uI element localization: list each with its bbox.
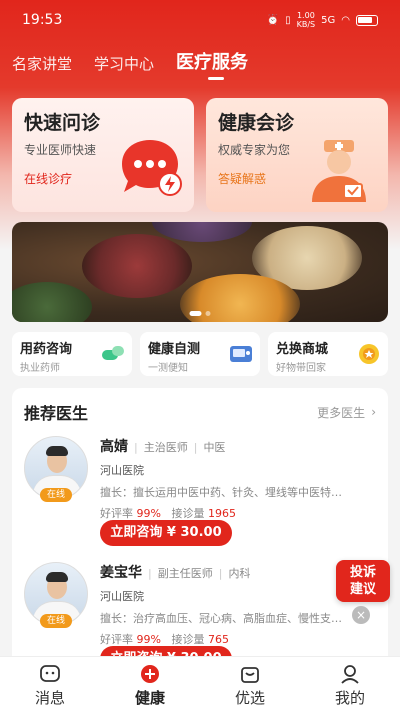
doctor-info: 姜宝华 | 副主任医师 | 内科 河山医院 擅长：治疗高血压、冠心病、高脂血症、… xyxy=(100,562,376,672)
doctor-info: 高婧 | 主治医师 | 中医 河山医院 擅长：擅长运用中医中药、针灸、埋线等中医… xyxy=(100,436,376,546)
bottom-nav: 消息 健康 优选 我的 xyxy=(0,656,400,711)
service-cards: 快速问诊 专业医师快速 在线诊疗 健康会诊 权威专家为您 答疑解惑 xyxy=(12,98,388,212)
doctor-dept: 内科 xyxy=(228,567,251,580)
consult-now-button[interactable]: 立即咨询 ¥ 30.00 xyxy=(100,520,232,546)
doctor-hospital: 河山医院 xyxy=(100,464,144,477)
health-consult-card[interactable]: 健康会诊 权威专家为您 答疑解惑 xyxy=(206,98,388,212)
nav-label: 健康 xyxy=(134,689,165,707)
signal-icon: 5G xyxy=(321,14,336,26)
mall-link[interactable]: 兑换商城 好物带回家 xyxy=(268,332,388,376)
top-tabs: 名家讲堂 学习中心 医疗服务 xyxy=(12,48,248,80)
nav-item-selection[interactable]: 优选 xyxy=(200,657,300,711)
nav-label: 优选 xyxy=(234,689,265,707)
health-icon xyxy=(141,665,159,683)
more-doctors-label: 更多医生 xyxy=(317,405,366,420)
nav-item-health[interactable]: 健康 xyxy=(100,657,200,711)
doctor-title: 主治医师 xyxy=(143,441,188,454)
doctor-consults: 1965 xyxy=(207,507,236,520)
shopping-bag-icon xyxy=(241,667,259,683)
battery-icon xyxy=(356,14,378,26)
doctor-rating: 99% xyxy=(136,507,161,520)
wifi-icon: ◠ xyxy=(341,14,350,26)
doctor-name: 高婧 xyxy=(100,439,128,455)
nav-item-profile[interactable]: 我的 xyxy=(300,657,400,711)
doctor-stats: 好评率 99% 接诊量 765 xyxy=(100,633,229,646)
banner-pagination xyxy=(189,311,211,316)
status-icons: ⏰ ▯ 1.00 KB/S 5G ◠ xyxy=(267,11,378,29)
herbal-banner[interactable] xyxy=(12,222,388,322)
complaint-suggestion-button[interactable]: 投诉建议 xyxy=(336,560,390,602)
online-badge: 在线 xyxy=(40,614,72,628)
status-bar: 19:53 ⏰ ▯ 1.00 KB/S 5G ◠ xyxy=(0,0,400,40)
vibrate-icon: ▯ xyxy=(285,14,291,26)
message-icon xyxy=(40,665,60,682)
health-consult-title: 健康会诊 xyxy=(218,112,295,134)
network-speed: 1.00 KB/S xyxy=(296,11,316,29)
doctor-specialty: 擅长：治疗高血压、冠心病、高脂血症、慢性支… xyxy=(100,612,342,625)
panel-title: 推荐医生 xyxy=(24,404,89,423)
doctor-title: 副主任医师 xyxy=(157,567,213,580)
doctor-consults: 765 xyxy=(207,633,229,646)
profile-icon xyxy=(341,665,359,684)
blood-pressure-icon xyxy=(230,346,252,362)
more-doctors-link[interactable]: 更多医生 › xyxy=(317,404,376,421)
quick-consult-card[interactable]: 快速问诊 专业医师快速 在线诊疗 xyxy=(12,98,194,212)
doctor-card[interactable]: 在线 高婧 | 主治医师 | 中医 河山医院 擅长：擅长运用中医中药、针灸、埋线… xyxy=(24,436,376,556)
medication-consult-link[interactable]: 用药咨询 执业药师 xyxy=(12,332,132,376)
doctor-stats: 好评率 99% 接诊量 1965 xyxy=(100,507,236,520)
tab-medical-service[interactable]: 医疗服务 xyxy=(176,48,248,80)
close-icon[interactable]: × xyxy=(352,606,370,624)
tab-lectures[interactable]: 名家讲堂 xyxy=(12,53,72,80)
status-time: 19:53 xyxy=(22,12,63,28)
chat-bubble-icon xyxy=(122,140,182,196)
quick-links: 用药咨询 执业药师 健康自测 一测便知 兑换商城 好物带回家 xyxy=(12,332,388,376)
nav-label: 消息 xyxy=(34,689,65,707)
quick-consult-title: 快速问诊 xyxy=(24,112,101,134)
herb-bowl xyxy=(82,234,192,298)
recommended-doctors-panel: 推荐医生 更多医生 › 在线 高婧 | 主治医师 | 中医 河山医院 擅长：擅长… xyxy=(12,388,388,678)
herb-pile xyxy=(12,282,92,322)
panel-header: 推荐医生 更多医生 › xyxy=(12,388,388,424)
online-badge: 在线 xyxy=(40,488,72,502)
coin-icon xyxy=(359,344,379,364)
chevron-right-icon: › xyxy=(371,405,376,419)
doctor-rating: 99% xyxy=(136,633,161,646)
doctor-specialty: 擅长：擅长运用中医中药、针灸、埋线等中医特… xyxy=(100,486,342,499)
doctor-name: 姜宝华 xyxy=(100,565,142,581)
pill-icon xyxy=(102,346,124,360)
complaint-suggestion-label: 投诉建议 xyxy=(349,565,376,597)
nav-item-messages[interactable]: 消息 xyxy=(0,657,100,711)
alarm-icon: ⏰ xyxy=(266,14,280,26)
doctor-icon xyxy=(312,140,366,202)
doctor-hospital: 河山医院 xyxy=(100,590,144,603)
nav-label: 我的 xyxy=(334,689,365,707)
health-test-link[interactable]: 健康自测 一测便知 xyxy=(140,332,260,376)
tab-learning-center[interactable]: 学习中心 xyxy=(94,53,154,80)
doctor-dept: 中医 xyxy=(203,441,226,454)
